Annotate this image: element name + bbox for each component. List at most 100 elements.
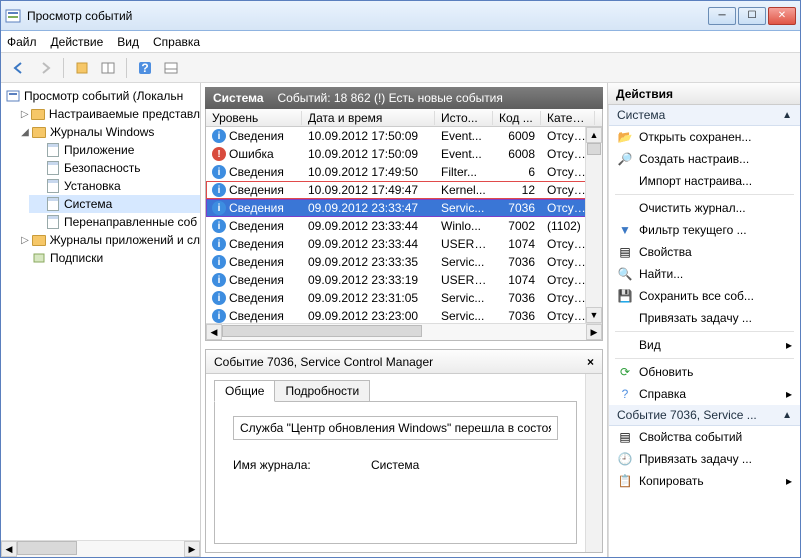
action-copy[interactable]: 📋Копировать▸ [609,470,800,492]
event-grid: Уровень Дата и время Исто... Код ... Кат… [205,109,603,341]
cell-id: 6008 [493,147,541,161]
action-import-custom[interactable]: Импорт настраива... [609,170,800,192]
cell-datetime: 09.09.2012 23:23:00 [302,309,435,323]
tree-security[interactable]: Безопасность [29,159,200,177]
info-icon: i [212,309,226,323]
cell-level: Сведения [229,309,284,323]
new-view-icon: 🔎 [617,151,633,167]
action-clear-log[interactable]: Очистить журнал... [609,197,800,219]
action-open-saved[interactable]: 📂Открыть сохранен... [609,126,800,148]
actions-group-event[interactable]: Событие 7036, Service ...▲ [609,405,800,426]
menu-file[interactable]: Файл [7,35,37,49]
action-save-all[interactable]: 💾Сохранить все соб... [609,285,800,307]
logname-value: Система [371,458,419,472]
tab-details[interactable]: Подробности [274,380,370,402]
col-level[interactable]: Уровень [206,111,302,125]
refresh-icon: ⟳ [617,364,633,380]
submenu-icon: ▸ [786,338,792,352]
detail-vscrollbar[interactable] [585,374,602,552]
tree-pane: Просмотр событий (Локальн ▷Настраиваемые… [1,83,201,557]
show-tree-button[interactable] [70,56,94,80]
cell-source: Filter... [435,165,493,179]
action-refresh[interactable]: ⟳Обновить [609,361,800,383]
expand-icon[interactable]: ▷ [19,109,31,120]
scroll-down-icon[interactable]: ▼ [586,307,602,323]
table-row[interactable]: iСведения09.09.2012 23:33:44Winlo...7002… [206,217,602,235]
action-create-custom[interactable]: 🔎Создать настраив... [609,148,800,170]
menu-view[interactable]: Вид [117,35,139,49]
table-row[interactable]: iСведения09.09.2012 23:33:35Servic...703… [206,253,602,271]
col-source[interactable]: Исто... [435,111,493,125]
titlebar: Просмотр событий ─ ☐ ✕ [1,1,800,31]
cell-id: 6009 [493,129,541,143]
action-event-properties[interactable]: ▤Свойства событий [609,426,800,448]
scroll-up-icon[interactable]: ▲ [586,127,602,143]
col-category[interactable]: Катего... [541,111,595,125]
tree-apps-services[interactable]: ▷Журналы приложений и сл [15,231,200,249]
menu-action[interactable]: Действие [51,35,104,49]
cell-id: 7036 [493,201,541,215]
actions-group-system[interactable]: Система▲ [609,105,800,126]
tree-hscrollbar[interactable]: ◀ ▶ [1,540,200,557]
scroll-left-icon[interactable]: ◀ [206,324,222,340]
cell-source: USER32 [435,237,493,251]
action-find[interactable]: 🔍Найти... [609,263,800,285]
table-row[interactable]: iСведения10.09.2012 17:49:47Kernel...12О… [206,181,602,199]
detail-close-button[interactable]: × [587,355,594,369]
grid-vscrollbar[interactable]: ▲ ▼ [585,127,602,323]
maximize-button[interactable]: ☐ [738,7,766,25]
table-row[interactable]: iСведения09.09.2012 23:33:47Servic...703… [206,199,602,217]
col-datetime[interactable]: Дата и время [302,111,435,125]
action-properties[interactable]: ▤Свойства [609,241,800,263]
log-icon [45,196,61,212]
tree-forwarded[interactable]: Перенаправленные соб [29,213,200,231]
grid-hscrollbar[interactable]: ◀ ▶ [206,323,602,340]
cell-level: Сведения [229,273,284,287]
logname-label: Имя журнала: [233,458,343,472]
cell-datetime: 10.09.2012 17:50:09 [302,129,435,143]
tree-root[interactable]: Просмотр событий (Локальн [1,87,200,105]
copy-icon: 📋 [617,473,633,489]
tree-subscriptions[interactable]: Подписки [15,249,200,267]
cell-datetime: 10.09.2012 17:50:09 [302,147,435,161]
scroll-right-icon[interactable]: ▶ [586,324,602,340]
close-button[interactable]: ✕ [768,7,796,25]
tree-custom-views[interactable]: ▷Настраиваемые представл [15,105,200,123]
preview-pane-button[interactable] [159,56,183,80]
collapse-icon[interactable]: ◢ [19,127,31,138]
cell-datetime: 09.09.2012 23:33:19 [302,273,435,287]
table-row[interactable]: iСведения10.09.2012 17:49:50Filter...6От… [206,163,602,181]
action-help[interactable]: ?Справка▸ [609,383,800,405]
action-attach-task-event[interactable]: 🕘Привязать задачу ... [609,448,800,470]
tree-application[interactable]: Приложение [29,141,200,159]
action-filter[interactable]: ▼Фильтр текущего ... [609,219,800,241]
table-row[interactable]: iСведения09.09.2012 23:33:44USER321074От… [206,235,602,253]
expand-icon[interactable]: ▷ [19,235,31,246]
minimize-button[interactable]: ─ [708,7,736,25]
table-row[interactable]: iСведения09.09.2012 23:33:19USER321074От… [206,271,602,289]
collapse-icon[interactable]: ▲ [782,410,792,421]
scroll-left-icon[interactable]: ◀ [1,541,17,557]
tree-system[interactable]: Система [29,195,200,213]
detail-message[interactable] [233,416,558,440]
table-row[interactable]: iСведения09.09.2012 23:31:05Servic...703… [206,289,602,307]
menu-help[interactable]: Справка [153,35,200,49]
forward-button[interactable] [33,56,57,80]
log-icon [45,214,61,230]
tab-general[interactable]: Общие [214,380,275,402]
back-button[interactable] [7,56,31,80]
tree-windows-logs[interactable]: ◢Журналы Windows [15,123,200,141]
action-attach-task[interactable]: Привязать задачу ... [609,307,800,329]
folder-icon [31,106,46,122]
col-id[interactable]: Код ... [493,111,541,125]
toggle-pane-button[interactable] [96,56,120,80]
tree-setup[interactable]: Установка [29,177,200,195]
table-row[interactable]: !Ошибка10.09.2012 17:50:09Event...6008От… [206,145,602,163]
help-button[interactable]: ? [133,56,157,80]
scroll-right-icon[interactable]: ▶ [184,541,200,557]
collapse-icon[interactable]: ▲ [782,110,792,121]
cell-id: 7036 [493,309,541,323]
table-row[interactable]: iСведения09.09.2012 23:23:00Servic...703… [206,307,602,323]
table-row[interactable]: iСведения10.09.2012 17:50:09Event...6009… [206,127,602,145]
action-view[interactable]: Вид▸ [609,334,800,356]
